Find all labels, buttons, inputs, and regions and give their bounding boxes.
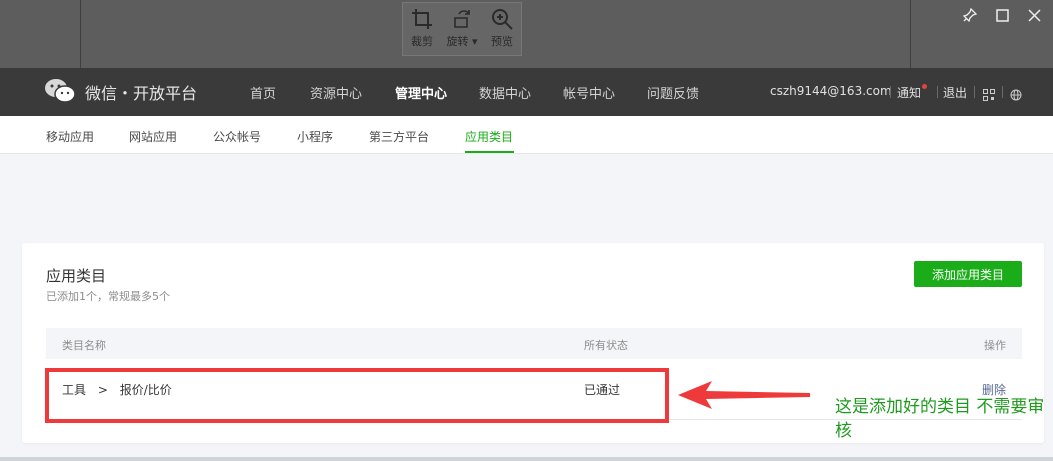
nav-resources[interactable]: 资源中心 [310, 83, 362, 102]
close-icon [1027, 8, 1041, 22]
card-subtitle: 已添加1个，常规最多5个 [46, 290, 170, 303]
rotate-icon [454, 10, 470, 28]
nav-divider [1002, 86, 1003, 98]
qrcode-icon [983, 89, 995, 101]
globe-icon [1010, 89, 1022, 101]
tab-web-apps[interactable]: 网站应用 [129, 128, 177, 145]
tool-group: 裁剪 旋转 ▾ 预览 [402, 2, 522, 56]
window-controls [961, 6, 1043, 24]
notify-dot [922, 84, 928, 89]
column-status-filter[interactable]: 所有状态 [584, 337, 628, 353]
maximize-icon [995, 8, 1009, 22]
brand-title[interactable]: 微信・开放平台 [85, 80, 197, 104]
tab-official-accounts[interactable]: 公众帐号 [213, 128, 261, 145]
highlight-box [45, 368, 669, 423]
nav-divider [937, 86, 938, 98]
nav-home[interactable]: 首页 [250, 83, 276, 102]
crop-button[interactable]: 裁剪 [403, 3, 441, 55]
tab-third-party[interactable]: 第三方平台 [369, 128, 429, 145]
account-email[interactable]: cszh9144@163.com [770, 84, 892, 98]
tab-app-categories[interactable]: 应用类目 [465, 128, 513, 145]
pin-button[interactable] [961, 6, 979, 24]
selection-border-left [80, 0, 81, 68]
bottom-border [0, 457, 1053, 461]
selection-border-right [910, 0, 911, 68]
sub-nav: 移动应用 网站应用 公众帐号 小程序 第三方平台 应用类目 [0, 116, 1053, 154]
rotate-label: 旋转 ▾ [446, 35, 478, 48]
wechat-logo-icon [45, 79, 76, 103]
zoom-icon [492, 9, 513, 30]
nav-data[interactable]: 数据中心 [479, 83, 531, 102]
nav-account[interactable]: 帐号中心 [563, 83, 615, 102]
tab-mini-programs[interactable]: 小程序 [297, 128, 333, 145]
qrcode-button[interactable] [983, 86, 995, 105]
maximize-button[interactable] [993, 6, 1011, 24]
pin-icon [963, 8, 977, 22]
tab-mobile-apps[interactable]: 移动应用 [46, 128, 94, 145]
logout-link[interactable]: 退出 [943, 84, 967, 101]
nav-management[interactable]: 管理中心 [395, 83, 447, 102]
crop-label: 裁剪 [411, 35, 433, 48]
annotation-text: 这是添加好的类目 不需要审核 [835, 397, 1045, 441]
add-category-button[interactable]: 添加应用类目 [914, 261, 1022, 287]
preview-label: 预览 [491, 35, 513, 48]
notify-link[interactable]: 通知 [897, 84, 928, 101]
column-category-name: 类目名称 [62, 339, 106, 352]
crop-icon [412, 9, 432, 29]
screenshot-toolbar: 裁剪 旋转 ▾ 预览 [0, 0, 1053, 68]
top-nav: 微信・开放平台 首页 资源中心 管理中心 数据中心 帐号中心 问题反馈 cszh… [0, 68, 1053, 116]
close-button[interactable] [1025, 6, 1043, 24]
table-header: 类目名称 所有状态 操作 [46, 328, 1022, 359]
preview-button[interactable]: 预览 [483, 3, 521, 55]
nav-divider [974, 86, 975, 98]
rotate-button[interactable]: 旋转 ▾ [443, 3, 481, 55]
nav-divider [890, 86, 891, 98]
column-action: 操作 [984, 339, 1006, 352]
card-title: 应用类目 [46, 267, 107, 285]
nav-feedback[interactable]: 问题反馈 [647, 83, 699, 102]
language-button[interactable] [1010, 86, 1022, 105]
annotation-arrow [678, 381, 810, 409]
active-tab-indicator [465, 151, 514, 153]
